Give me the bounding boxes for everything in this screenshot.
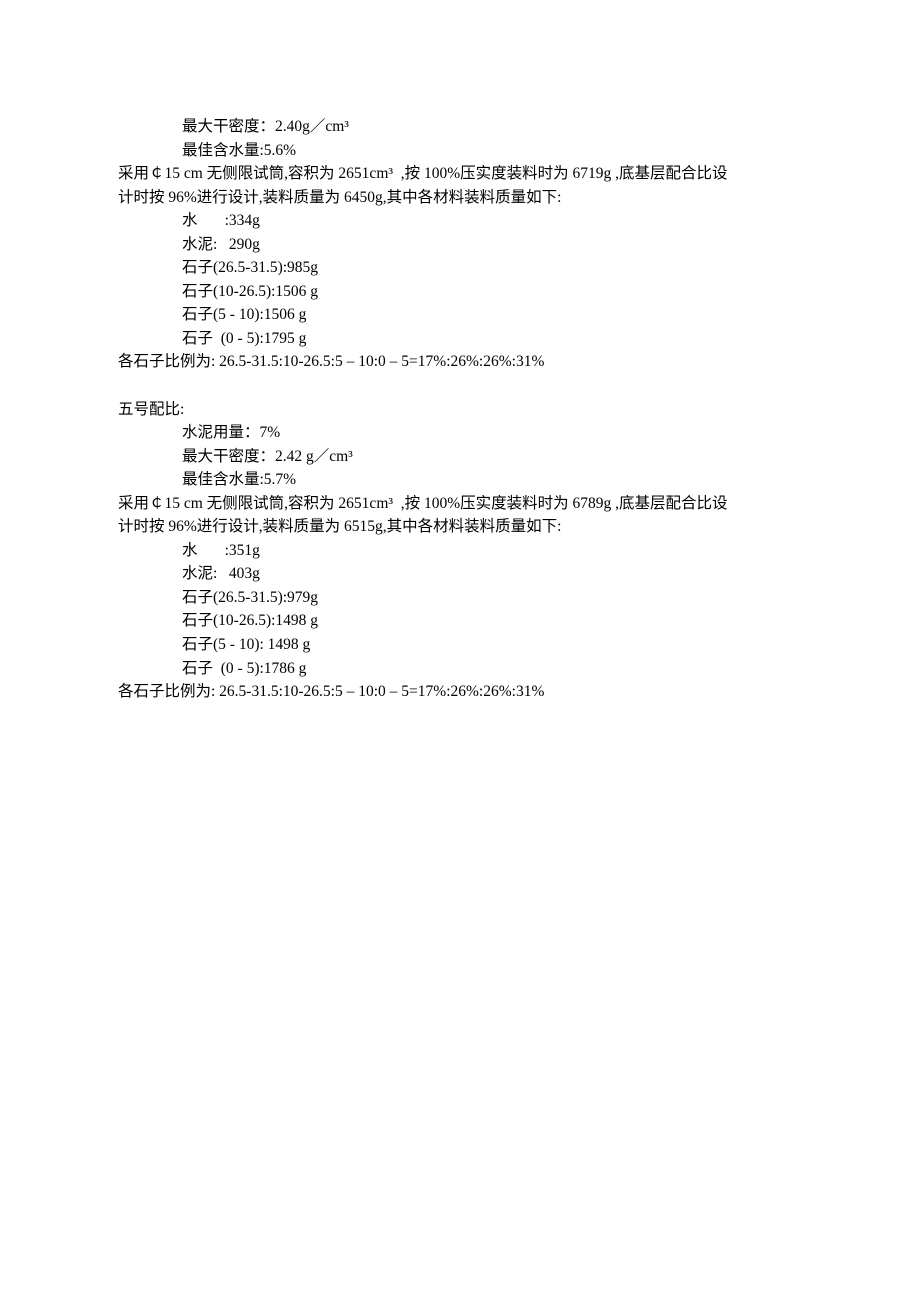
mix5-description-line2: 计时按 96%进行设计,装料质量为 6515g,其中各材料装料质量如下: [118,515,802,539]
mix5-stone1: 石子(26.5-31.5):979g [118,586,802,610]
mix5-ratio: 各石子比例为: 26.5-31.5:10-26.5:5 – 10:0 – 5=1… [118,680,802,704]
mix4-ratio: 各石子比例为: 26.5-31.5:10-26.5:5 – 10:0 – 5=1… [118,350,802,374]
mix4-stone1: 石子(26.5-31.5):985g [118,256,802,280]
mix4-stone3: 石子(5 - 10):1506 g [118,303,802,327]
mix5-stone2: 石子(10-26.5):1498 g [118,609,802,633]
document-page: 最大干密度：2.40g／cm³ 最佳含水量:5.6% 采用￠15 cm 无侧限试… [0,0,920,1302]
mix4-description-line1: 采用￠15 cm 无侧限试筒,容积为 2651cm³ ,按 100%压实度装料时… [118,162,802,186]
mix4-stone2: 石子(10-26.5):1506 g [118,280,802,304]
mix4-cement: 水泥: 290g [118,233,802,257]
mix5-title: 五号配比: [118,398,802,422]
mix5-description-line1: 采用￠15 cm 无侧限试筒,容积为 2651cm³ ,按 100%压实度装料时… [118,492,802,516]
mix5-stone3: 石子(5 - 10): 1498 g [118,633,802,657]
mix4-density: 最大干密度：2.40g／cm³ [118,115,802,139]
mix4-water-content: 最佳含水量:5.6% [118,139,802,163]
mix4-water: 水 :334g [118,209,802,233]
blank-line [118,374,802,398]
mix5-cement-use: 水泥用量：7% [118,421,802,445]
mix4-description-line2: 计时按 96%进行设计,装料质量为 6450g,其中各材料装料质量如下: [118,186,802,210]
mix4-stone4: 石子 (0 - 5):1795 g [118,327,802,351]
mix5-water: 水 :351g [118,539,802,563]
mix5-stone4: 石子 (0 - 5):1786 g [118,657,802,681]
mix5-water-content: 最佳含水量:5.7% [118,468,802,492]
mix5-density: 最大干密度：2.42 g／cm³ [118,445,802,469]
mix5-cement: 水泥: 403g [118,562,802,586]
